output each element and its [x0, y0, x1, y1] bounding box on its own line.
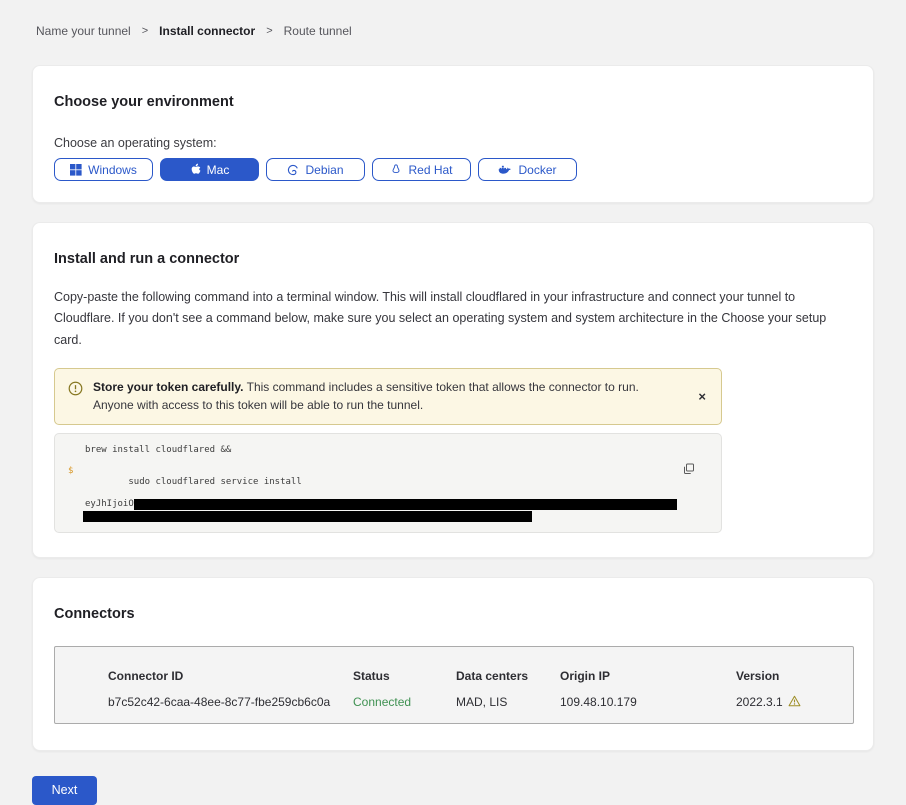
redaction-bar	[83, 511, 532, 522]
code-line-sudo: $sudo cloudflared service install	[68, 466, 708, 499]
windows-icon	[70, 164, 82, 176]
breadcrumb: Name your tunnel > Install connector > R…	[36, 24, 874, 38]
shell-prompt: $	[68, 466, 73, 477]
apple-icon	[190, 163, 201, 176]
version-value: 2022.3.1	[736, 689, 853, 710]
os-select-label: Choose an operating system:	[54, 136, 852, 150]
copy-icon[interactable]	[683, 463, 695, 479]
os-button-mac[interactable]: Mac	[160, 158, 259, 181]
os-button-label: Debian	[305, 163, 343, 177]
code-line-brew: brew install cloudflared &&	[68, 445, 708, 456]
os-button-group: Windows Mac Debian Red Hat	[54, 158, 852, 181]
environment-card-title: Choose your environment	[54, 94, 852, 110]
status-badge: Connected	[353, 689, 456, 710]
column-header-origin-ip: Origin IP	[560, 669, 736, 683]
debian-icon	[287, 164, 299, 176]
installer-card-title: Install and run a connector	[54, 251, 852, 267]
os-button-label: Mac	[207, 163, 230, 177]
os-button-docker[interactable]: Docker	[478, 158, 577, 181]
install-command-code-block: brew install cloudflared && $sudo cloudf…	[54, 433, 722, 533]
column-header-version: Version	[736, 669, 853, 683]
warning-title: Store your token carefully.	[93, 380, 244, 394]
installer-description: Copy-paste the following command into a …	[54, 287, 852, 351]
os-button-windows[interactable]: Windows	[54, 158, 153, 181]
origin-ip-value: 109.48.10.179	[560, 689, 736, 710]
os-button-label: Windows	[88, 163, 137, 177]
connectors-card-title: Connectors	[54, 606, 852, 622]
tunnel-setup-page: Name your tunnel > Install connector > R…	[0, 0, 906, 805]
breadcrumb-step-route-tunnel[interactable]: Route tunnel	[284, 24, 352, 38]
os-button-debian[interactable]: Debian	[266, 158, 365, 181]
redaction-bar	[134, 499, 677, 510]
warning-message: Store your token carefully. This command…	[93, 378, 678, 415]
breadcrumb-separator: >	[266, 25, 272, 37]
breadcrumb-step-name-your-tunnel[interactable]: Name your tunnel	[36, 24, 131, 38]
connector-id-value: b7c52c42-6caa-48ee-8c77-fbe259cb6c0a	[108, 689, 353, 710]
data-centers-value: MAD, LIS	[456, 689, 560, 710]
warning-triangle-icon[interactable]	[788, 695, 801, 710]
choose-environment-card: Choose your environment Choose an operat…	[32, 65, 874, 203]
os-button-redhat[interactable]: Red Hat	[372, 158, 471, 181]
docker-icon	[498, 164, 512, 176]
breadcrumb-step-install-connector[interactable]: Install connector	[159, 24, 255, 38]
column-header-data-centers: Data centers	[456, 669, 560, 683]
install-connector-card: Install and run a connector Copy-paste t…	[32, 222, 874, 558]
os-button-label: Docker	[518, 163, 556, 177]
breadcrumb-separator: >	[142, 25, 148, 37]
next-button[interactable]: Next	[32, 776, 97, 805]
connectors-card: Connectors Connector ID Status Data cent…	[32, 577, 874, 751]
column-header-connector-id: Connector ID	[108, 669, 353, 683]
token-prefix: eyJhIjoiO	[85, 499, 134, 510]
token-line: eyJhIjoiO	[68, 499, 708, 510]
column-header-status: Status	[353, 669, 456, 683]
os-button-label: Red Hat	[408, 163, 452, 177]
connectors-table: Connector ID Status Data centers Origin …	[54, 646, 854, 724]
redhat-icon	[390, 163, 402, 176]
alert-circle-icon	[68, 381, 83, 402]
token-warning-banner: Store your token carefully. This command…	[54, 368, 722, 425]
close-icon[interactable]: ×	[695, 388, 709, 405]
